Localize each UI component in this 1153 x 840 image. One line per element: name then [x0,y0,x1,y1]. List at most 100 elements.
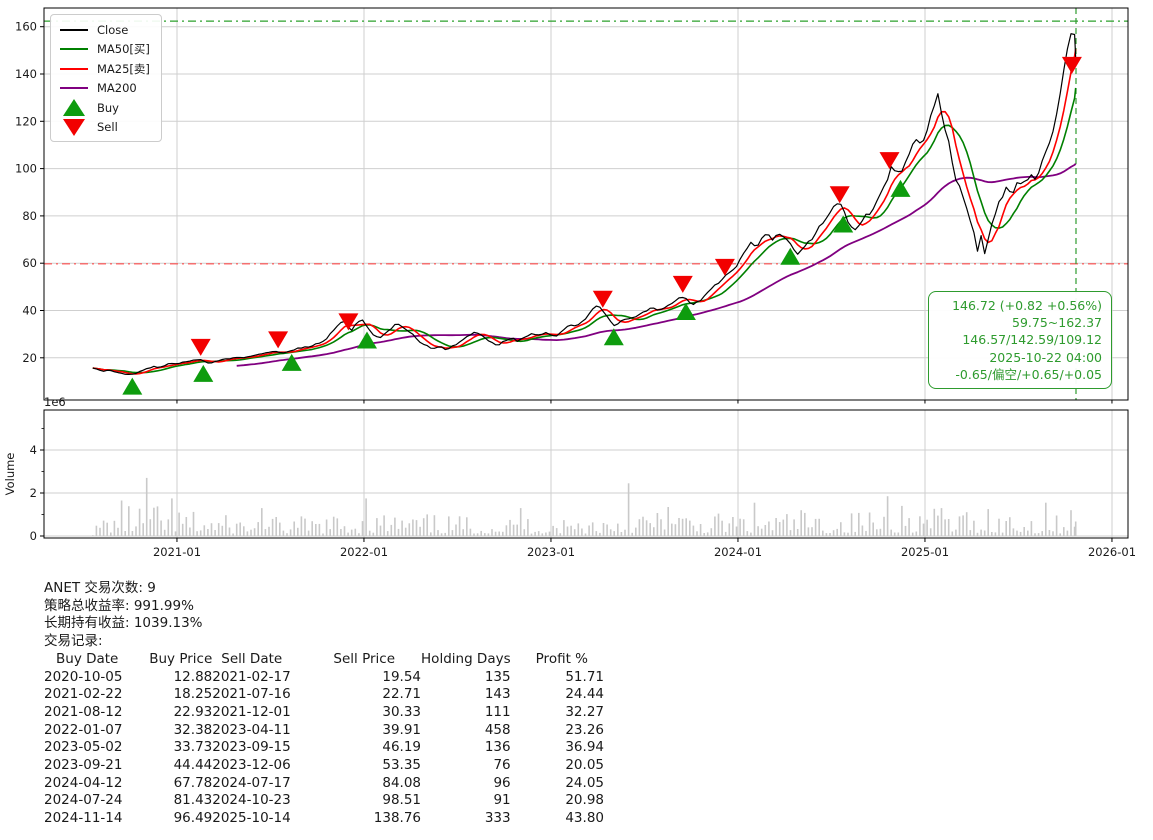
volume-bar [1059,533,1061,536]
volume-bar [373,533,375,536]
volume-bar [657,513,659,536]
volume-bar [574,529,576,536]
volume-bar [743,519,745,536]
volume-bar [178,513,180,536]
volume-bar [1034,533,1036,536]
volume-bar [646,520,648,536]
volume-bar [836,529,838,536]
volume-bar [132,531,134,536]
volume-bar [470,529,472,536]
buy-marker [833,216,853,233]
volume-bar [664,530,666,537]
volume-bar [322,534,324,537]
buy-marker [357,332,377,349]
trade-cell: 2024-04-12 [44,775,149,793]
trade-cell: 2024-07-24 [44,792,149,810]
volume-bar [128,506,130,536]
trade-log-title: 交易记录: [44,633,604,651]
volume-bar [117,528,119,536]
volume-bar [628,483,630,536]
volume-bar [786,514,788,536]
volume-bar [355,529,357,536]
x-tick-label: 2024-01 [714,545,762,559]
trade-cell: 91 [421,792,511,810]
volume-bar [890,530,892,536]
annotation-timestamp: 2025-10-22 04:00 [938,349,1102,366]
volume-bar [401,521,403,536]
volume-offset-label: 1e6 [44,395,66,409]
volume-bar [754,503,756,536]
trade-cell: 138.76 [333,810,421,828]
volume-bar [987,509,989,536]
volume-bar [239,523,241,537]
volume-bar [998,519,1000,536]
volume-bar [153,508,155,536]
volume-bar [869,513,871,537]
volume-bar [383,515,385,536]
volume-bar [1005,521,1007,536]
trade-cell: 143 [421,686,511,704]
y-tick-label: 120 [15,114,37,128]
volume-bar [667,507,669,536]
volume-bar [1009,517,1011,536]
volume-bar [229,528,231,537]
volume-bar [800,510,802,536]
volume-bar [865,531,867,536]
volume-bar [441,533,443,536]
volume-bar [398,529,400,536]
trade-cell: 22.71 [333,686,421,704]
legend-item-buy: Buy [59,98,155,118]
trade-cell: 67.78 [149,775,212,793]
chart-legend: Close MA50[买] MA25[卖] MA200 Buy Sell [50,14,162,142]
volume-bar [275,517,277,536]
volume-bar [218,523,220,536]
volume-bar [412,520,414,537]
volume-bar [718,514,720,536]
volume-bar [1049,530,1051,536]
buy-marker [780,248,800,265]
legend-label: MA50[买] [97,41,150,57]
volume-bar [265,529,267,536]
volume-bar [635,528,637,536]
volume-bar [696,531,698,536]
legend-item-ma50: MA50[买] [59,40,155,60]
volume-bar [937,516,939,536]
table-row: 2022-01-0732.382023-04-1139.9145823.26 [44,722,604,740]
volume-bar [930,528,932,536]
trade-cell: 96.49 [149,810,212,828]
trade-cell: 2023-05-02 [44,739,149,757]
volume-bar [301,516,303,536]
volume-bar [703,533,705,536]
trade-cell: 2024-10-23 [212,792,333,810]
volume-bar [297,528,299,536]
volume-bar [560,533,562,536]
volume-bar [765,525,767,536]
volume-bar [459,516,461,536]
volume-bar [1052,531,1054,536]
trade-cell: 18.25 [149,686,212,704]
volume-bar [916,532,918,537]
volume-bar [419,527,421,536]
volume-bar [337,518,339,536]
volume-bar [682,519,684,536]
trade-cell: 2024-11-14 [44,810,149,828]
sell-triangle-icon [59,119,89,136]
volume-bar [527,519,529,536]
volume-bar [725,532,727,536]
volume-bar [164,530,166,536]
sell-marker [191,339,211,356]
volume-bar [581,529,583,537]
volume-bar [114,521,116,536]
volume-bar [736,527,738,537]
volume-bar [319,524,321,536]
annotation-range: 59.75~162.37 [938,314,1102,331]
trade-cell: 23.26 [511,722,604,740]
volume-bar [416,520,418,536]
legend-label: Close [97,23,128,37]
volume-bar [157,506,159,536]
volume-bar [570,526,572,536]
volume-bar [926,520,928,536]
volume-bar [409,523,411,536]
volume-bar [182,524,184,536]
volume-bar [761,529,763,536]
